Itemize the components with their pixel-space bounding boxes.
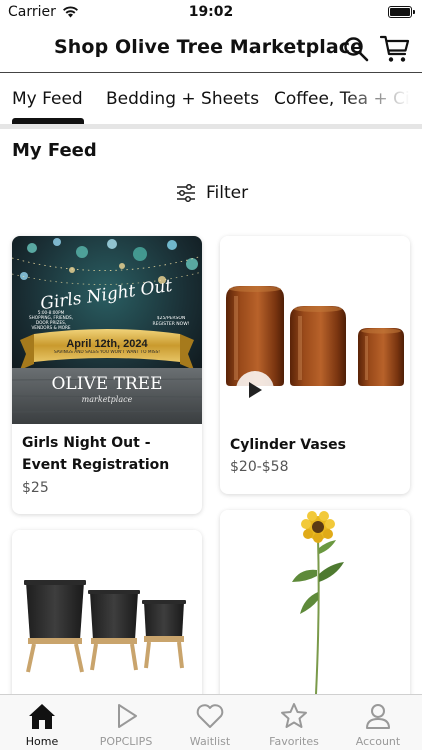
sunflower-stem-image <box>220 510 410 694</box>
search-icon[interactable] <box>343 36 369 62</box>
tabbar-label: Home <box>25 735 59 748</box>
status-time: 19:02 <box>188 4 234 20</box>
tabbar-label: Waitlist <box>189 735 231 748</box>
tabbar-favorites[interactable]: Favorites <box>252 701 336 748</box>
filter-icon <box>177 184 195 202</box>
flyer-brand-sub: marketplace <box>82 395 133 404</box>
flyer-date: April 12th, 2024 <box>66 338 148 350</box>
product-card[interactable]: Cylinder Vases $20-$58 <box>220 236 410 494</box>
tab-coffee-tea[interactable]: Coffee, Tea + Ci <box>274 89 410 109</box>
cart-icon[interactable] <box>380 34 410 64</box>
planters-image <box>12 530 202 694</box>
tabbar-waitlist[interactable]: Waitlist <box>168 701 252 748</box>
person-icon <box>366 704 390 729</box>
battery-icon <box>388 6 415 18</box>
play-icon <box>249 382 262 398</box>
status-bar: Carrier 19:02 <box>0 0 422 24</box>
play-icon <box>118 704 137 728</box>
product-name: Girls Night Out - Event Registration <box>22 435 170 473</box>
filter-button[interactable]: Filter <box>176 182 248 204</box>
filter-label: Filter <box>206 183 249 203</box>
event-flyer-image: Girls Night Out 5:00-8:00PM SHOPPING, FR… <box>12 236 202 424</box>
section-title: My Feed <box>12 140 97 161</box>
tabbar-label: Favorites <box>269 735 319 748</box>
star-icon <box>281 703 307 728</box>
tabbar-label: Account <box>355 735 401 748</box>
page-title: Shop Olive Tree Marketplace <box>54 36 364 58</box>
tab-my-feed[interactable]: My Feed <box>12 89 83 109</box>
video-play-button[interactable] <box>236 371 274 409</box>
product-card[interactable]: Girls Night Out 5:00-8:00PM SHOPPING, FR… <box>12 236 202 514</box>
flyer-tagline: SAVINGS AND SALES YOU WON'T WANT TO MISS… <box>53 350 161 355</box>
flyer-right-text: $25/PERSON REGISTER NOW! <box>152 316 190 327</box>
tabbar-label: POPCLIPS <box>99 735 153 748</box>
product-price: $20-$58 <box>230 459 289 475</box>
tabbar-account[interactable]: Account <box>336 701 420 748</box>
flyer-left-text: 5:00-8:00PM SHOPPING, FRIENDS, DOOR PRIZ… <box>29 310 73 330</box>
tabs-divider <box>0 124 422 129</box>
product-name: Cylinder Vases <box>230 437 346 453</box>
tab-bedding-sheets[interactable]: Bedding + Sheets <box>106 89 259 109</box>
heart-icon <box>196 704 224 728</box>
home-icon <box>29 704 55 729</box>
header: Shop Olive Tree Marketplace <box>0 24 422 72</box>
bottom-tab-bar: Home POPCLIPS Waitlist Favorites Account <box>0 694 422 750</box>
tabbar-popclips[interactable]: POPCLIPS <box>84 701 168 748</box>
flyer-brand: OLIVE TREE <box>52 374 163 394</box>
tabbar-home[interactable]: Home <box>0 701 84 748</box>
product-price: $25 <box>22 480 49 496</box>
category-tabs: My Feed Bedding + Sheets Coffee, Tea + C… <box>0 73 422 125</box>
